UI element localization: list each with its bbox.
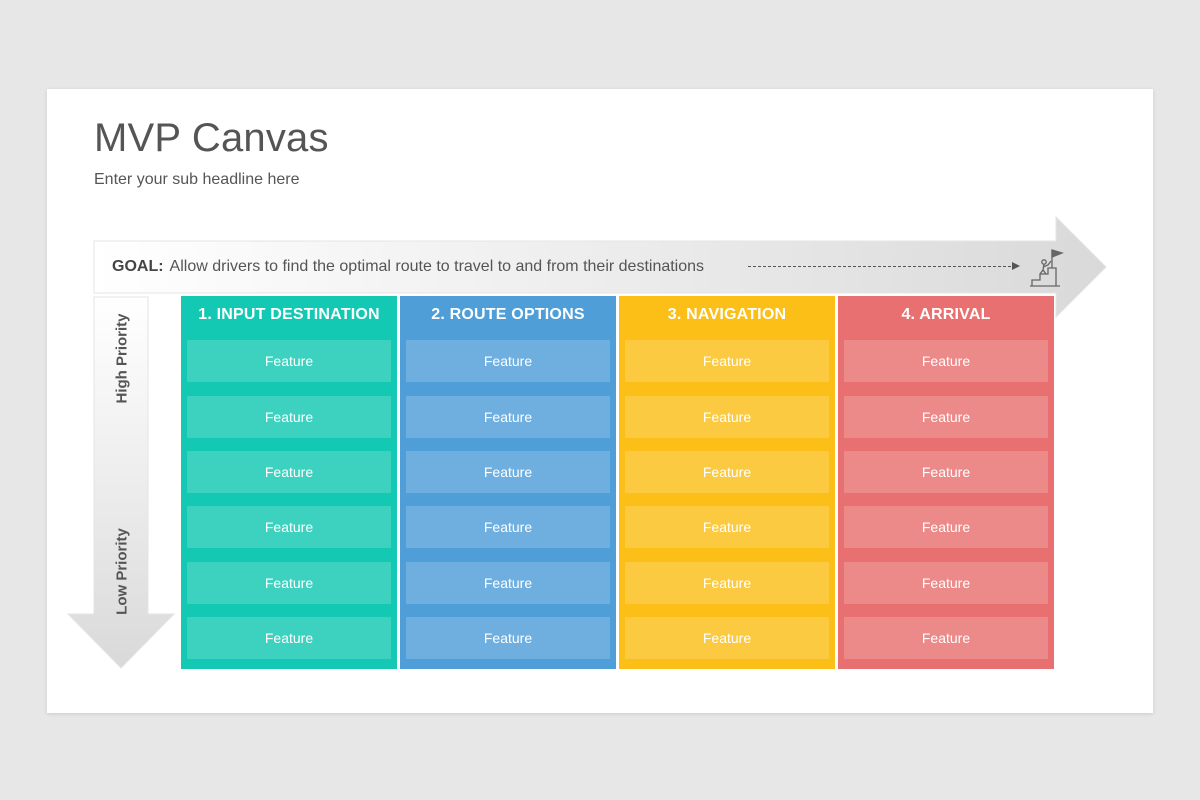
column-input-destination: 1. INPUT DESTINATION Feature Feature Fea…	[181, 296, 397, 669]
column-arrival: 4. ARRIVAL Feature Feature Feature Featu…	[838, 296, 1054, 669]
feature-card: Feature	[844, 506, 1048, 548]
goal-text: Allow drivers to find the optimal route …	[169, 258, 705, 275]
feature-card: Feature	[844, 617, 1048, 659]
feature-card: Feature	[625, 617, 829, 659]
feature-card: Feature	[187, 617, 391, 659]
feature-card: Feature	[844, 340, 1048, 382]
feature-card: Feature	[187, 562, 391, 604]
feature-card: Feature	[406, 617, 610, 659]
goal-label: GOAL:	[112, 258, 164, 275]
feature-card: Feature	[844, 396, 1048, 438]
feature-card: Feature	[625, 451, 829, 493]
feature-card: Feature	[844, 451, 1048, 493]
feature-card: Feature	[187, 340, 391, 382]
column-navigation: 3. NAVIGATION Feature Feature Feature Fe…	[619, 296, 835, 669]
high-priority-label: High Priority	[113, 313, 131, 404]
goal-dashed-line	[748, 266, 1016, 267]
low-priority-label: Low Priority	[113, 528, 131, 615]
feature-card: Feature	[625, 562, 829, 604]
feature-card: Feature	[406, 506, 610, 548]
column-route-options: 2. ROUTE OPTIONS Feature Feature Feature…	[400, 296, 616, 669]
column-header: 1. INPUT DESTINATION	[198, 306, 380, 323]
goal-flag-icon	[1030, 249, 1064, 287]
column-header: 3. NAVIGATION	[667, 306, 787, 323]
feature-card: Feature	[406, 340, 610, 382]
feature-card: Feature	[187, 451, 391, 493]
feature-card: Feature	[625, 340, 829, 382]
feature-card: Feature	[406, 562, 610, 604]
page-subtitle: Enter your sub headline here	[94, 171, 300, 188]
feature-card: Feature	[844, 562, 1048, 604]
column-header: 4. ARRIVAL	[901, 306, 991, 323]
column-header: 2. ROUTE OPTIONS	[431, 306, 585, 323]
feature-card: Feature	[406, 451, 610, 493]
feature-card: Feature	[187, 506, 391, 548]
feature-card: Feature	[187, 396, 391, 438]
goal-dashed-arrowhead	[1012, 262, 1020, 270]
feature-card: Feature	[625, 396, 829, 438]
feature-card: Feature	[625, 506, 829, 548]
page-title: MVP Canvas	[94, 116, 329, 160]
goal-statement: GOAL: Allow drivers to find the optimal r…	[112, 258, 704, 276]
feature-card: Feature	[406, 396, 610, 438]
